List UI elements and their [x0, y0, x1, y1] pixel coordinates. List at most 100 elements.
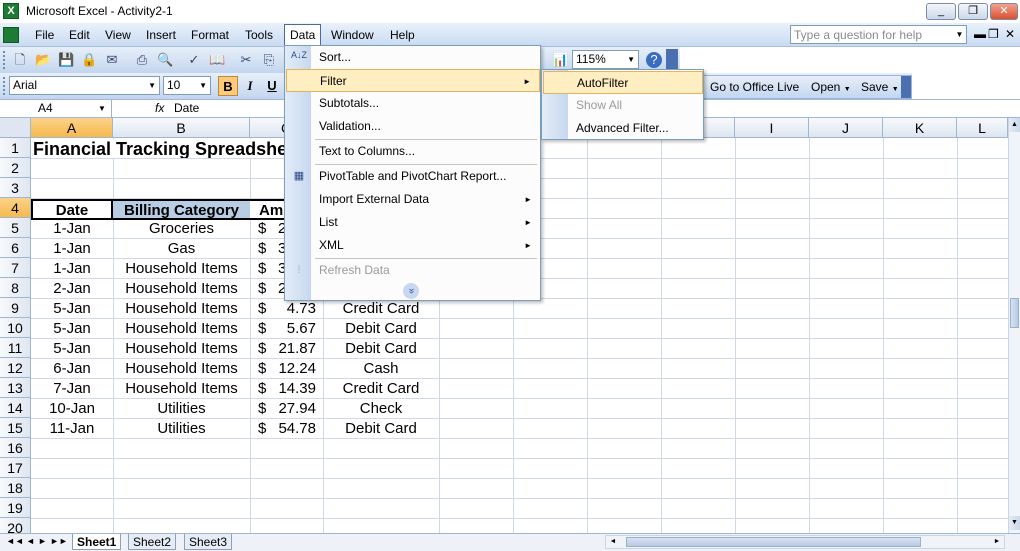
close-button[interactable]: ✕	[990, 3, 1018, 20]
date-cell[interactable]: 5-Jan	[31, 339, 113, 359]
row-header[interactable]: 7	[0, 258, 31, 278]
mdi-close-button[interactable]: ✕	[1005, 27, 1015, 41]
menu-view[interactable]: View	[100, 27, 136, 43]
print-icon[interactable]: ⎙	[134, 52, 150, 68]
amount-cell[interactable]: 5.67	[270, 319, 316, 339]
insert-function-icon[interactable]: fx	[155, 101, 164, 115]
category-cell[interactable]: Household Items	[113, 259, 250, 279]
row-header[interactable]: 10	[0, 318, 31, 338]
amount-cell[interactable]: 12.24	[270, 359, 316, 379]
bold-button[interactable]: B	[218, 76, 238, 96]
row-header[interactable]: 20	[0, 518, 31, 533]
scroll-down-icon[interactable]: ▼	[1009, 516, 1020, 530]
method-cell[interactable]: Debit Card	[323, 319, 439, 339]
underline-button[interactable]: U	[262, 76, 282, 96]
row-header[interactable]: 15	[0, 418, 31, 438]
category-cell[interactable]: Household Items	[113, 319, 250, 339]
menu-item-refresh-data[interactable]: Refresh Data	[286, 259, 540, 282]
menu-item-validation[interactable]: Validation...	[286, 115, 540, 138]
menu-file[interactable]: File	[30, 27, 59, 43]
date-cell[interactable]: 10-Jan	[31, 399, 113, 419]
chart-wizard-icon[interactable]: 📊	[552, 52, 568, 68]
menu-item-show-all[interactable]: Show All	[543, 94, 703, 117]
restore-button[interactable]: ❐	[958, 3, 988, 20]
menu-item-advanced-filter[interactable]: Advanced Filter...	[543, 117, 703, 140]
amount-cell[interactable]: 4.73	[270, 299, 316, 319]
menu-format[interactable]: Format	[186, 27, 234, 43]
column-header-j[interactable]: J	[809, 118, 883, 138]
vertical-scrollbar[interactable]: ▲ ▼	[1008, 118, 1020, 533]
copy-icon[interactable]: ⎘	[261, 52, 277, 68]
method-cell[interactable]: Debit Card	[323, 339, 439, 359]
new-icon[interactable]: 🗋	[12, 52, 28, 68]
workbook-icon[interactable]	[3, 27, 19, 43]
menu-item-pivottable[interactable]: PivotTable and PivotChart Report...	[286, 165, 540, 188]
menu-item-xml[interactable]: XML ►	[286, 234, 540, 257]
date-cell[interactable]: 1-Jan	[31, 219, 113, 239]
header-date-cell[interactable]: Date	[31, 199, 113, 220]
amount-cell[interactable]: 14.39	[270, 379, 316, 399]
row-header[interactable]: 2	[0, 158, 31, 178]
menu-insert[interactable]: Insert	[141, 27, 181, 43]
column-header-i[interactable]: I	[735, 118, 809, 138]
amount-cell[interactable]: 54.78	[270, 419, 316, 439]
toolbar-options-icon[interactable]	[666, 49, 678, 71]
help-icon[interactable]: ?	[646, 52, 662, 68]
menu-item-text-to-columns[interactable]: Text to Columns...	[286, 140, 540, 163]
row-header[interactable]: 19	[0, 498, 31, 518]
method-cell[interactable]: Cash	[323, 359, 439, 379]
menu-edit[interactable]: Edit	[64, 27, 95, 43]
amount-cell[interactable]: 27.94	[270, 399, 316, 419]
category-cell[interactable]: Utilities	[113, 419, 250, 439]
category-cell[interactable]: Household Items	[113, 299, 250, 319]
toolbar-grip[interactable]	[3, 77, 6, 95]
row-header[interactable]: 18	[0, 478, 31, 498]
italic-button[interactable]: I	[240, 76, 260, 96]
row-header[interactable]: 1	[0, 138, 31, 158]
font-size-select[interactable]: 10 ▼	[163, 76, 211, 95]
category-cell[interactable]: Household Items	[113, 359, 250, 379]
formula-input[interactable]: Date	[174, 101, 199, 115]
row-header[interactable]: 5	[0, 218, 31, 238]
date-cell[interactable]: 1-Jan	[31, 239, 113, 259]
row-header[interactable]: 4	[0, 198, 31, 218]
open-office-live-button[interactable]: Open ▼	[811, 80, 851, 94]
open-icon[interactable]: 📂	[35, 52, 51, 68]
last-sheet-icon[interactable]: ►►	[50, 536, 68, 546]
method-cell[interactable]: Credit Card	[323, 379, 439, 399]
date-cell[interactable]: 2-Jan	[31, 279, 113, 299]
spelling-icon[interactable]: ✓	[186, 52, 202, 68]
method-cell[interactable]: Debit Card	[323, 419, 439, 439]
column-header-b[interactable]: B	[113, 118, 250, 138]
menu-item-import-external-data[interactable]: Import External Data ►	[286, 188, 540, 211]
menu-item-subtotals[interactable]: Subtotals...	[286, 92, 540, 115]
minimize-button[interactable]: _	[926, 3, 956, 20]
header-category-cell[interactable]: Billing Category	[113, 199, 250, 220]
permission-icon[interactable]: 🔒	[81, 52, 97, 68]
method-cell[interactable]: Check	[323, 399, 439, 419]
row-header[interactable]: 8	[0, 278, 31, 298]
column-header-a[interactable]: A	[31, 118, 113, 138]
date-cell[interactable]: 5-Jan	[31, 299, 113, 319]
amount-cell[interactable]: 21.87	[270, 339, 316, 359]
row-header[interactable]: 6	[0, 238, 31, 258]
category-cell[interactable]: Household Items	[113, 279, 250, 299]
sheet-title-cell[interactable]: Financial Tracking Spreadshe	[33, 139, 293, 158]
select-all-corner[interactable]	[0, 118, 31, 138]
date-cell[interactable]: 5-Jan	[31, 319, 113, 339]
print-preview-icon[interactable]: 🔍	[157, 52, 173, 68]
header-amount-cell[interactable]: Am	[250, 199, 285, 220]
toolbar-options-icon[interactable]	[901, 76, 911, 98]
next-sheet-icon[interactable]: ►	[38, 536, 47, 546]
method-cell[interactable]: Credit Card	[323, 299, 439, 319]
category-cell[interactable]: Groceries	[113, 219, 250, 239]
research-icon[interactable]: 📖	[209, 52, 225, 68]
date-cell[interactable]: 1-Jan	[31, 259, 113, 279]
row-header[interactable]: 11	[0, 338, 31, 358]
expand-menu-icon[interactable]: »	[403, 283, 419, 299]
column-header-l[interactable]: L	[957, 118, 1008, 138]
row-header[interactable]: 9	[0, 298, 31, 318]
menu-item-autofilter[interactable]: AutoFilter	[543, 71, 703, 94]
email-icon[interactable]: ✉	[104, 52, 120, 68]
first-sheet-icon[interactable]: ◄◄	[6, 536, 24, 546]
